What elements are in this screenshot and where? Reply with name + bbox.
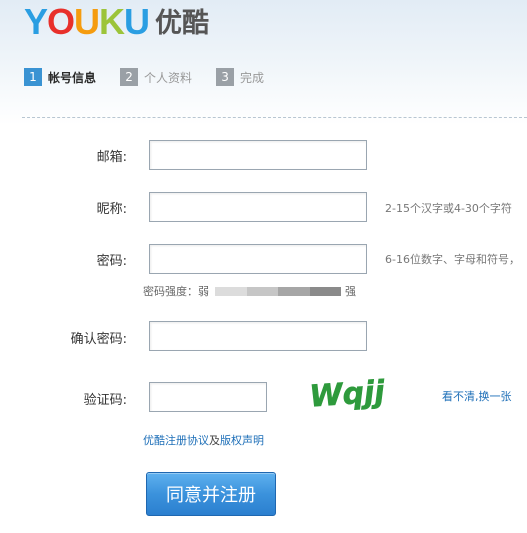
captcha-field[interactable] (149, 382, 267, 412)
password-strength-meter: 密码强度：弱 强 (143, 283, 356, 299)
step-complete: 3 完成 (216, 68, 264, 86)
password-field[interactable] (149, 244, 367, 274)
agreement-connector: 及 (209, 434, 220, 447)
strength-weak-label: 密码强度：弱 (143, 285, 209, 298)
copyright-link[interactable]: 版权声明 (220, 434, 264, 447)
step-label: 完成 (240, 70, 265, 85)
terms-link[interactable]: 优酷注册协议 (143, 434, 209, 447)
youku-logo[interactable]: YOUKU 优酷 (24, 2, 209, 42)
logo-wordmark: YOUKU (24, 1, 150, 42)
strength-bar (215, 286, 341, 296)
registration-steps: 1 帐号信息 2 个人资料 3 完成 (24, 68, 264, 86)
confirm-password-field[interactable] (149, 321, 367, 351)
agree-and-register-button[interactable]: 同意并注册 (146, 472, 276, 516)
strength-segment (246, 286, 278, 296)
step-number: 3 (216, 68, 235, 86)
agreement-line: 优酷注册协议及版权声明 (143, 432, 264, 448)
password-label: 密码: (96, 254, 127, 269)
email-label: 邮箱: (96, 150, 127, 165)
email-field[interactable] (149, 140, 367, 170)
logo-chinese: 优酷 (155, 8, 210, 39)
strength-segment (309, 286, 341, 296)
nickname-field[interactable] (149, 192, 367, 222)
dashed-divider (22, 117, 527, 118)
captcha-image[interactable]: Wqjj (306, 372, 388, 414)
strength-segment (278, 286, 310, 296)
step-account-info: 1 帐号信息 (24, 68, 96, 86)
nickname-label: 昵称: (96, 202, 127, 217)
captcha-text: Wqjj (308, 374, 386, 414)
step-label: 帐号信息 (48, 70, 97, 85)
refresh-captcha-link[interactable]: 看不清,换一张 (442, 388, 512, 404)
password-hint: 6-16位数字、字母和符号， (385, 253, 520, 266)
captcha-label: 验证码: (83, 393, 127, 408)
step-number: 1 (24, 68, 42, 86)
step-label: 个人资料 (144, 70, 193, 85)
strength-strong-label: 强 (345, 285, 356, 298)
step-number: 2 (120, 68, 139, 86)
strength-segment (215, 286, 247, 296)
step-personal-info: 2 个人资料 (120, 68, 192, 86)
nickname-hint: 2-15个汉字或4-30个字符 (385, 202, 512, 215)
confirm-password-label: 确认密码: (70, 332, 127, 347)
